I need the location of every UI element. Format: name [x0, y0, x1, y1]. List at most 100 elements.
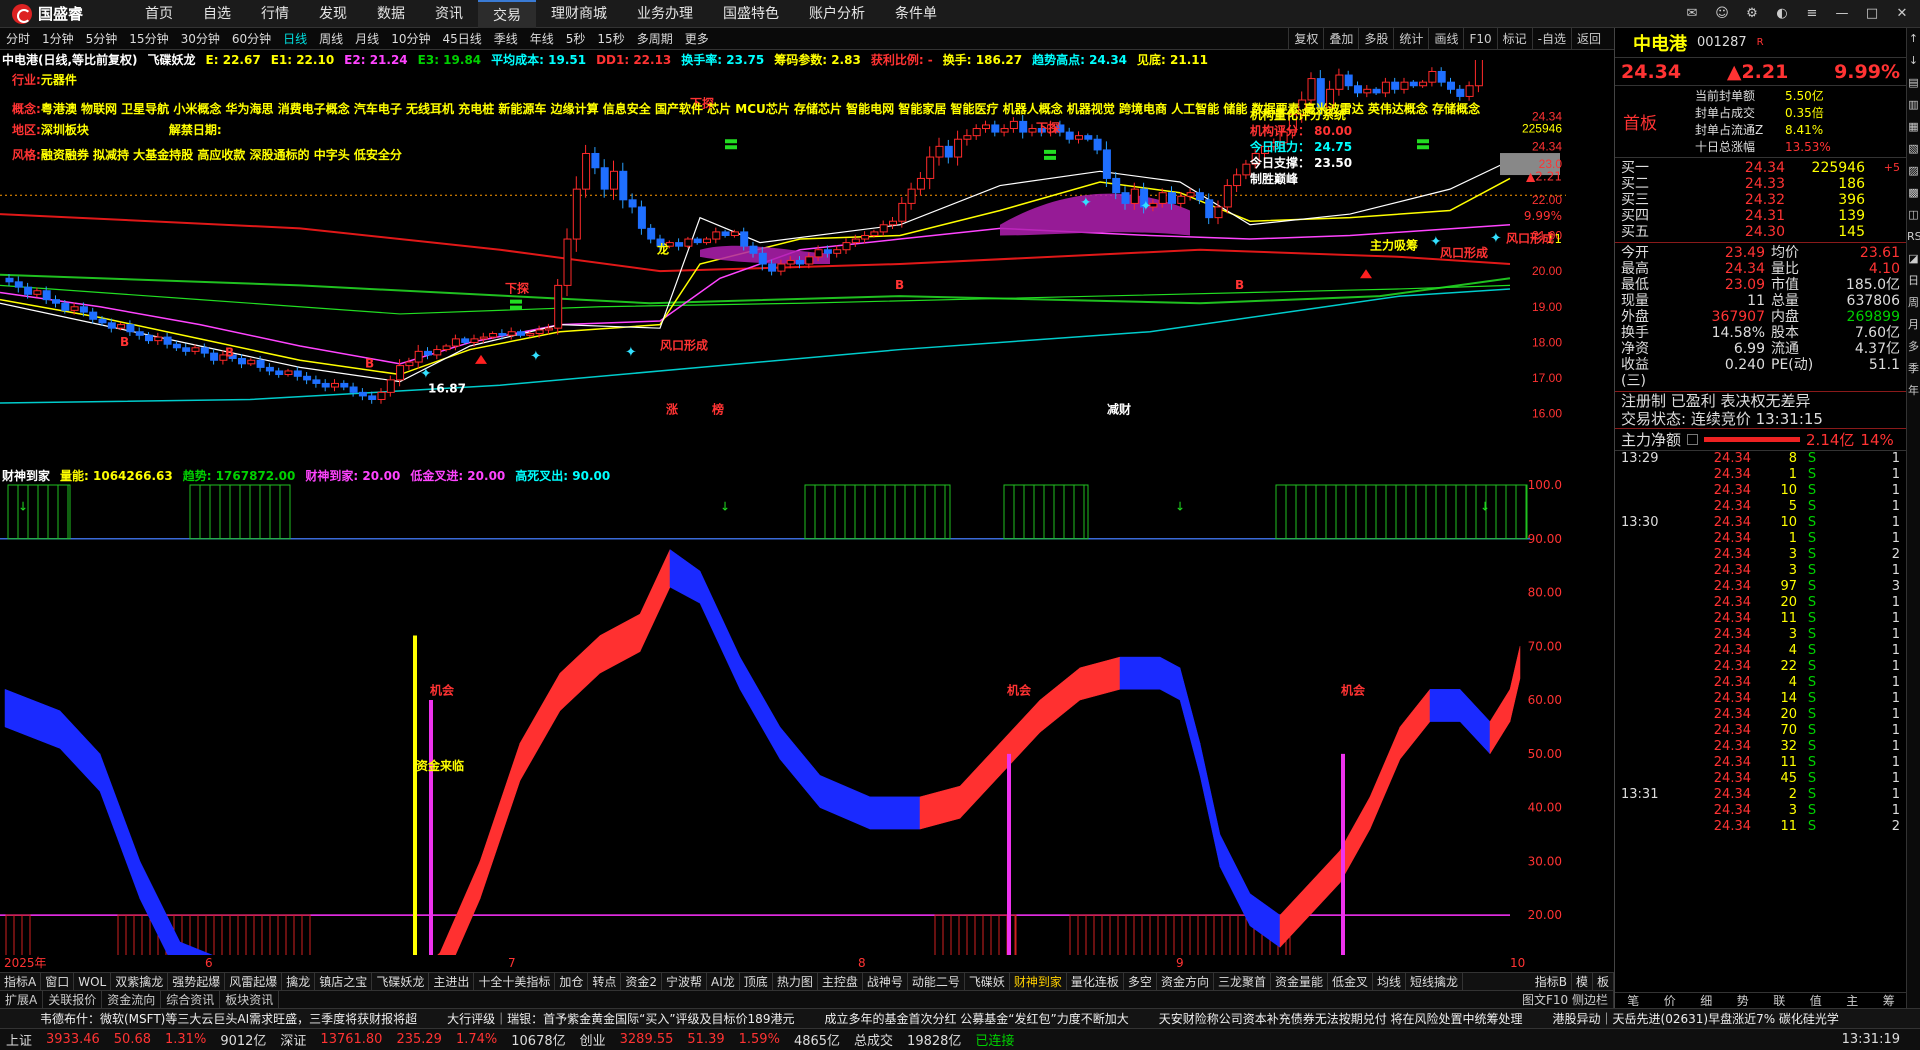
- side-tool-icon[interactable]: ◪: [1907, 248, 1920, 270]
- indicator-tab[interactable]: 指标A: [0, 973, 42, 990]
- period-tab[interactable]: 10分钟: [385, 28, 436, 50]
- info-tab[interactable]: 资金流向: [102, 990, 162, 1009]
- indicator-tab[interactable]: 资金量能: [1271, 973, 1328, 990]
- nav-item[interactable]: 资讯: [420, 0, 478, 28]
- chart-tool-button[interactable]: 复权: [1288, 28, 1323, 50]
- chart-tool-button[interactable]: 统计: [1393, 28, 1428, 50]
- tick-list[interactable]: 13:29 24.34 8 S 1 24.34 1 S 1 24.34 10 S 1 24.34 5 S 1 13…: [1615, 451, 1906, 835]
- indicator-tab[interactable]: 财神到家: [1010, 973, 1067, 990]
- period-tab[interactable]: 45日线: [436, 28, 487, 50]
- quote-tab[interactable]: 笔: [1615, 993, 1652, 1008]
- indicator-tab[interactable]: 强势起爆: [168, 973, 226, 990]
- cy-index-label[interactable]: 创业: [580, 1030, 606, 1049]
- indicator-tab[interactable]: 资金2: [621, 973, 663, 990]
- news-item[interactable]: 港股异动｜天岳先进(02631)早盘涨近7% 碳化硅光学: [1553, 1010, 1839, 1027]
- nav-item[interactable]: 自选: [188, 0, 246, 28]
- indicator-tab[interactable]: 十全十美指标: [474, 973, 556, 990]
- side-tool-icon[interactable]: 周: [1907, 292, 1920, 314]
- indicator-tab[interactable]: 战神号: [863, 973, 908, 990]
- period-tab[interactable]: 季线: [488, 28, 524, 50]
- nav-item[interactable]: 理财商城: [536, 0, 622, 28]
- news-item[interactable]: 大行评级｜瑞银：首予紫金黄金国际“买入”评级及目标价189港元: [447, 1010, 794, 1027]
- message-icon[interactable]: ✉: [1680, 3, 1704, 25]
- indicator-tab-right[interactable]: 板: [1593, 973, 1614, 990]
- indicator-tab-right[interactable]: 指标B: [1531, 973, 1572, 990]
- period-tab[interactable]: 周线: [313, 28, 349, 50]
- period-tab[interactable]: 15分钟: [123, 28, 174, 50]
- side-tool-icon[interactable]: ▩: [1907, 182, 1920, 204]
- quote-tab[interactable]: 筹: [1871, 993, 1908, 1008]
- side-tool-icon[interactable]: ▧: [1907, 138, 1920, 160]
- indicator-tab[interactable]: 转点: [588, 973, 622, 990]
- side-tool-icon[interactable]: ▥: [1907, 94, 1920, 116]
- period-tab[interactable]: 1分钟: [36, 28, 80, 50]
- user-icon[interactable]: ☺: [1710, 3, 1734, 25]
- period-tab[interactable]: 15秒: [591, 28, 630, 50]
- app-logo[interactable]: 国盛睿: [0, 3, 130, 24]
- chart-tool-button[interactable]: 标记: [1496, 28, 1532, 50]
- sh-index-label[interactable]: 上证: [6, 1030, 32, 1049]
- indicator-tab[interactable]: 三龙聚首: [1214, 973, 1271, 990]
- period-tab[interactable]: 30分钟: [175, 28, 226, 50]
- nav-item[interactable]: 首页: [130, 0, 188, 28]
- quote-tab[interactable]: 值: [1798, 993, 1835, 1008]
- quote-tab[interactable]: 联: [1761, 993, 1798, 1008]
- indicator-tab[interactable]: 宁波帮: [662, 973, 708, 990]
- info-tab[interactable]: 板块资讯: [220, 990, 280, 1009]
- news-item[interactable]: 天安财险称公司资本补充债券无法按期兑付 将在风险处置中统筹处理: [1159, 1010, 1523, 1027]
- indicator-tab[interactable]: 飞碟妖龙: [372, 973, 430, 990]
- skin-icon[interactable]: ◐: [1770, 3, 1794, 25]
- side-tool-icon[interactable]: ▤: [1907, 72, 1920, 94]
- chart-tool-button[interactable]: F10: [1463, 28, 1496, 50]
- nav-item[interactable]: 账户分析: [794, 0, 880, 28]
- nav-item[interactable]: 条件单: [880, 0, 952, 28]
- side-tool-icon[interactable]: 日: [1907, 270, 1920, 292]
- period-tab[interactable]: 日线: [277, 28, 313, 50]
- nav-item[interactable]: 业务办理: [622, 0, 708, 28]
- period-tab[interactable]: 年线: [524, 28, 560, 50]
- indicator-tab[interactable]: 热力图: [773, 973, 818, 990]
- menu-icon[interactable]: ≡: [1800, 3, 1824, 25]
- side-tool-icon[interactable]: 多: [1907, 336, 1920, 358]
- maximize-icon[interactable]: □: [1860, 3, 1884, 25]
- info-tab[interactable]: 关联报价: [43, 990, 103, 1009]
- news-item[interactable]: 韦德布什：微软(MSFT)等三大云巨头AI需求旺盛，三季度将获财报将超: [40, 1010, 417, 1027]
- indicator-chart[interactable]: 100.0 90.00 80.00 70.00 60.00 50.00 40.00 30.00…: [0, 470, 1566, 955]
- indicator-tab[interactable]: AI龙: [707, 973, 740, 990]
- nav-item[interactable]: 发现: [304, 0, 362, 28]
- quote-tab[interactable]: 价: [1652, 993, 1689, 1008]
- indicator-tab[interactable]: 擒龙: [282, 973, 316, 990]
- indicator-tab[interactable]: 风雷起爆: [225, 973, 283, 990]
- side-tool-icon[interactable]: RSI: [1907, 226, 1920, 248]
- nav-item[interactable]: 交易: [478, 0, 536, 28]
- indicator-tab[interactable]: 动能二号: [908, 973, 965, 990]
- quote-tab[interactable]: 势: [1725, 993, 1762, 1008]
- indicator-tab[interactable]: 均线: [1373, 973, 1407, 990]
- chart-tool-button[interactable]: 返回: [1570, 28, 1606, 50]
- side-tool-icon[interactable]: ↓: [1907, 50, 1920, 72]
- indicator-tab[interactable]: 窗口: [41, 973, 75, 990]
- minimize-icon[interactable]: —: [1830, 3, 1854, 25]
- info-tab[interactable]: 综合资讯: [161, 990, 221, 1009]
- period-tab[interactable]: 月线: [349, 28, 385, 50]
- news-item[interactable]: 成立多年的基金首次分红 公募基金“发红包”力度不断加大: [824, 1010, 1128, 1027]
- indicator-tab[interactable]: 顶底: [740, 973, 773, 990]
- indicator-tab[interactable]: 加仓: [555, 973, 589, 990]
- side-tool-icon[interactable]: 季: [1907, 358, 1920, 380]
- indicator-tab-right[interactable]: 模: [1572, 973, 1593, 990]
- indicator-tab[interactable]: 资金方向: [1157, 973, 1214, 990]
- net-toggle-icon[interactable]: [1687, 434, 1699, 445]
- indicator-tab[interactable]: 多空: [1124, 973, 1157, 990]
- chart-tool-button[interactable]: -自选: [1531, 28, 1571, 50]
- sz-index-label[interactable]: 深证: [280, 1030, 306, 1049]
- side-tool-icon[interactable]: ▨: [1907, 160, 1920, 182]
- period-tab[interactable]: 多周期: [631, 28, 679, 50]
- chart-tool-button[interactable]: 多股: [1358, 28, 1393, 50]
- side-tool-icon[interactable]: ▦: [1907, 116, 1920, 138]
- quote-tab[interactable]: 细: [1688, 993, 1725, 1008]
- side-tool-icon[interactable]: ↑: [1907, 28, 1920, 50]
- nav-item[interactable]: 数据: [362, 0, 420, 28]
- info-tab[interactable]: 扩展A: [0, 990, 44, 1009]
- nav-item[interactable]: 国盛特色: [708, 0, 794, 28]
- indicator-tab[interactable]: 低金叉: [1328, 973, 1373, 990]
